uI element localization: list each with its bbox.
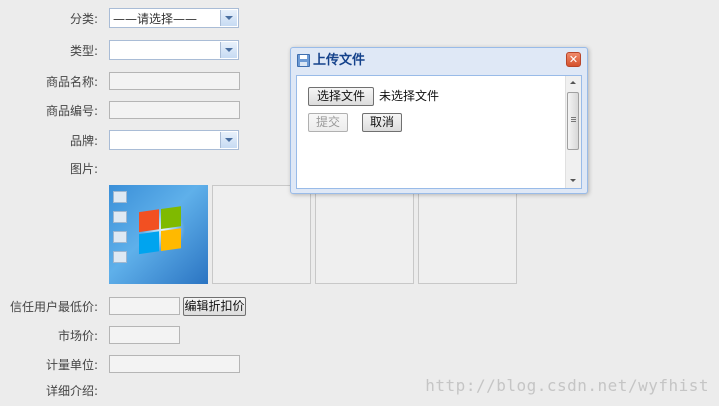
windows-logo-icon (139, 206, 183, 256)
watermark: http://blog.csdn.net/wyfhist (425, 376, 709, 395)
desktop-icon (113, 191, 127, 203)
desktop-icon (113, 211, 127, 223)
upload-dialog: 上传文件 ✕ 选择文件 未选择文件 提交 取消 (290, 47, 588, 194)
unit-input[interactable] (109, 355, 240, 373)
product-code-input[interactable] (109, 101, 240, 119)
dialog-body: 选择文件 未选择文件 提交 取消 (296, 75, 582, 189)
type-label: 类型: (69, 44, 98, 58)
unit-label: 计量单位: (45, 358, 98, 372)
category-label: 分类: (69, 12, 98, 26)
category-select-value: ——请选择—— (113, 12, 198, 26)
desktop-icon (113, 251, 127, 263)
market-price-label: 市场价: (57, 329, 98, 343)
trusted-min-price-label: 信任用户最低价: (9, 300, 98, 314)
edit-discount-button[interactable]: 编辑折扣价 (183, 297, 246, 316)
scrollbar-thumb[interactable] (567, 92, 579, 150)
details-label: 详细介绍: (45, 384, 98, 398)
category-select[interactable]: ——请选择—— (109, 8, 239, 28)
product-name-label: 商品名称: (45, 75, 98, 89)
chevron-down-icon[interactable] (220, 10, 237, 26)
brand-label: 品牌: (69, 134, 98, 148)
cancel-button[interactable]: 取消 (362, 113, 402, 132)
dialog-title: 上传文件 (313, 53, 366, 68)
chevron-down-icon[interactable] (220, 132, 237, 148)
type-select[interactable] (109, 40, 239, 60)
no-file-text: 未选择文件 (379, 89, 440, 103)
image-thumbnail-1[interactable] (109, 185, 208, 284)
image-thumbnail-2[interactable] (212, 185, 311, 284)
trusted-min-price-input[interactable] (109, 297, 180, 315)
save-icon (297, 54, 310, 67)
product-name-input[interactable] (109, 72, 240, 90)
scroll-down-icon[interactable] (566, 174, 581, 188)
desktop-icon (113, 231, 127, 243)
image-label: 图片: (69, 162, 98, 176)
chevron-down-icon[interactable] (220, 42, 237, 58)
dialog-scrollbar[interactable] (565, 76, 581, 188)
brand-select[interactable] (109, 130, 239, 150)
product-code-label: 商品编号: (45, 104, 98, 118)
market-price-input[interactable] (109, 326, 180, 344)
scroll-up-icon[interactable] (566, 76, 581, 90)
choose-file-button[interactable]: 选择文件 (308, 87, 374, 106)
close-icon[interactable]: ✕ (566, 52, 581, 67)
image-thumbnail-3[interactable] (315, 185, 414, 284)
submit-button[interactable]: 提交 (308, 113, 348, 132)
image-thumbnail-4[interactable] (418, 185, 517, 284)
